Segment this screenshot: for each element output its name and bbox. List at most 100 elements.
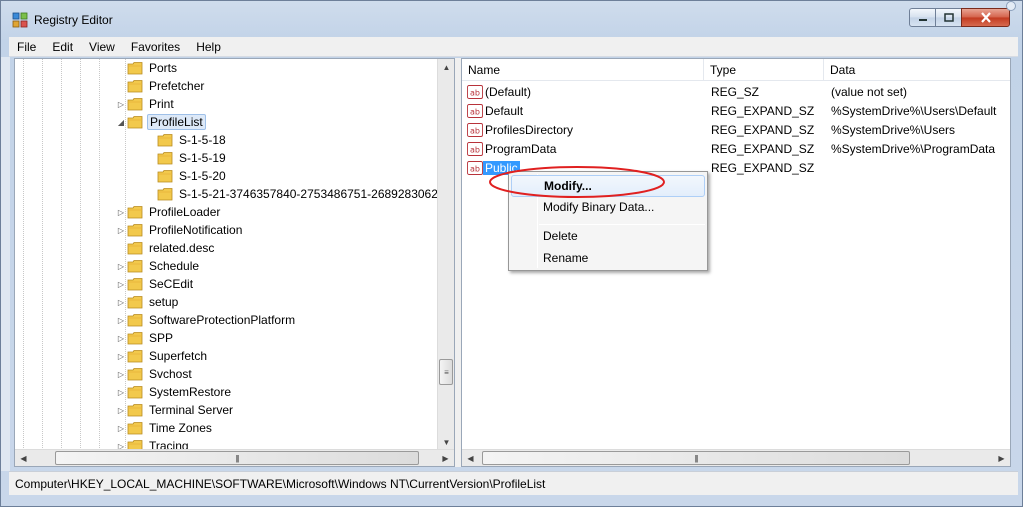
expand-arrow-icon[interactable]: ▷ [115,203,127,221]
tree-item[interactable]: ◢ ProfileList [115,113,206,131]
tree-item[interactable]: S-1-5-21-3746357840-2753486751-268928306… [145,185,454,203]
close-button[interactable] [961,8,1010,27]
folder-icon [127,331,143,345]
context-menu-rename[interactable]: Rename [511,247,705,269]
value-name-cell: ProfilesDirectory [483,121,575,140]
scroll-right-arrow-icon[interactable]: ▶ [437,450,454,466]
folder-icon [127,259,143,273]
maximize-icon [943,13,954,22]
tree-item[interactable]: ▷ Print [115,95,176,113]
tree-item-label: ProfileLoader [149,205,221,219]
context-menu-modify[interactable]: Modify... [511,175,705,197]
tree-item-label: ProfileNotification [149,223,243,237]
svg-text:ab: ab [470,165,480,174]
folder-icon [127,421,143,435]
column-header-data[interactable]: Data [824,59,1010,81]
scroll-up-arrow-icon[interactable]: ▲ [438,59,454,76]
tree-vscroll-thumb[interactable]: ≡ [439,359,453,385]
folder-icon [127,349,143,363]
tree-vertical-scrollbar[interactable]: ▲ ≡ ▼ [437,59,454,451]
svg-text:ab: ab [470,146,480,155]
scroll-left-arrow-icon[interactable]: ◀ [462,450,479,466]
list-row[interactable]: ab (Default) REG_SZ (value not set) [462,83,1010,102]
expand-arrow-icon[interactable]: ▷ [115,329,127,347]
tree-item-label: SeCEdit [149,277,194,291]
context-menu: Modify... Modify Binary Data... Delete R… [508,171,708,271]
tree-item[interactable]: ▷ ProfileNotification [115,221,244,239]
column-header-type[interactable]: Type [704,59,824,81]
tree-item[interactable]: S-1-5-19 [145,149,228,167]
expand-arrow-icon[interactable]: ▷ [115,419,127,437]
value-name-cell: Default [483,102,525,121]
menu-help[interactable]: Help [188,37,229,57]
tree-item-label: SystemRestore [149,385,232,399]
value-type-cell: REG_EXPAND_SZ [711,104,815,118]
tree-item[interactable]: S-1-5-20 [145,167,228,185]
tree-item[interactable]: ▷ Terminal Server [115,401,235,419]
desktop-behind-window [1,57,10,471]
svg-text:ab: ab [470,108,480,117]
folder-icon [127,115,143,129]
expand-arrow-icon[interactable]: ▷ [115,221,127,239]
tree-item[interactable]: ▷ ProfileLoader [115,203,222,221]
scroll-left-arrow-icon[interactable]: ◀ [15,450,32,466]
column-header-name[interactable]: Name [462,59,704,81]
tree-item[interactable]: Prefetcher [115,77,206,95]
tree-item[interactable]: Ports [115,59,179,77]
expand-arrow-icon[interactable]: ▷ [115,257,127,275]
tree-item[interactable]: ▷ SPP [115,329,175,347]
expand-arrow-icon[interactable]: ▷ [115,383,127,401]
tree-item-label: Terminal Server [149,403,234,417]
expand-arrow-icon[interactable]: ▷ [115,95,127,113]
folder-icon [127,61,143,75]
value-data-cell [831,159,1009,178]
status-path: Computer\HKEY_LOCAL_MACHINE\SOFTWARE\Mic… [15,477,546,491]
registry-editor-window: Registry Editor File Edit View Favorites… [0,0,1023,507]
tree-horizontal-scrollbar[interactable]: ◀ ||| ▶ [15,449,454,466]
tree-item[interactable]: related.desc [115,239,216,257]
expand-arrow-icon[interactable]: ▷ [115,401,127,419]
tree-item[interactable]: ▷ SoftwareProtectionPlatform [115,311,297,329]
value-data-cell: %SystemDrive%\Users [831,123,956,137]
list-hscroll-thumb[interactable]: ||| [482,451,910,465]
folder-icon [127,223,143,237]
menu-file[interactable]: File [9,37,44,57]
list-row[interactable]: ab ProfilesDirectory REG_EXPAND_SZ %SystemD… [462,121,1010,140]
list-row[interactable]: ab Default REG_EXPAND_SZ %SystemDrive%\User… [462,102,1010,121]
folder-icon [157,151,173,165]
expand-arrow-icon[interactable]: ▷ [115,365,127,383]
tree-item[interactable]: S-1-5-18 [145,131,228,149]
value-name: (Default) [485,85,532,99]
menu-edit[interactable]: Edit [44,37,81,57]
expand-arrow-icon[interactable]: ▷ [115,275,127,293]
expand-arrow-icon[interactable]: ▷ [115,347,127,365]
value-data-cell: %SystemDrive%\Users\Default [831,104,997,118]
tree-item[interactable]: ▷ setup [115,293,180,311]
key-tree-pane[interactable]: Ports Prefetcher ▷ Print ◢ ProfileList S-1-5-1… [14,58,455,467]
menu-view[interactable]: View [81,37,123,57]
minimize-button[interactable] [909,8,936,27]
scroll-right-arrow-icon[interactable]: ▶ [993,450,1010,466]
tree-item[interactable]: ▷ SeCEdit [115,275,195,293]
tree-item[interactable]: ▷ Schedule [115,257,201,275]
list-row[interactable]: ab ProgramData REG_EXPAND_SZ %SystemDrive%\… [462,140,1010,159]
value-name-cell: ProgramData [483,140,558,159]
list-horizontal-scrollbar[interactable]: ◀ ||| ▶ [462,449,1010,466]
title-bar[interactable]: Registry Editor [1,1,1022,37]
tree-item[interactable]: ▷ Superfetch [115,347,209,365]
string-value-icon: ab [467,104,483,118]
expand-arrow-icon[interactable]: ▷ [115,293,127,311]
tree-item[interactable]: ▷ Svchost [115,365,194,383]
menu-favorites[interactable]: Favorites [123,37,188,57]
context-menu-modify-binary-data[interactable]: Modify Binary Data... [511,196,705,218]
context-menu-delete[interactable]: Delete [511,225,705,247]
tree-hscroll-thumb[interactable]: ||| [55,451,419,465]
tree-item[interactable]: ▷ Time Zones [115,419,214,437]
expand-arrow-icon[interactable]: ▷ [115,311,127,329]
maximize-button[interactable] [935,8,962,27]
collapse-arrow-icon[interactable]: ◢ [115,113,127,131]
value-name-cell: (Default) [483,83,533,102]
tree-item[interactable]: ▷ SystemRestore [115,383,233,401]
